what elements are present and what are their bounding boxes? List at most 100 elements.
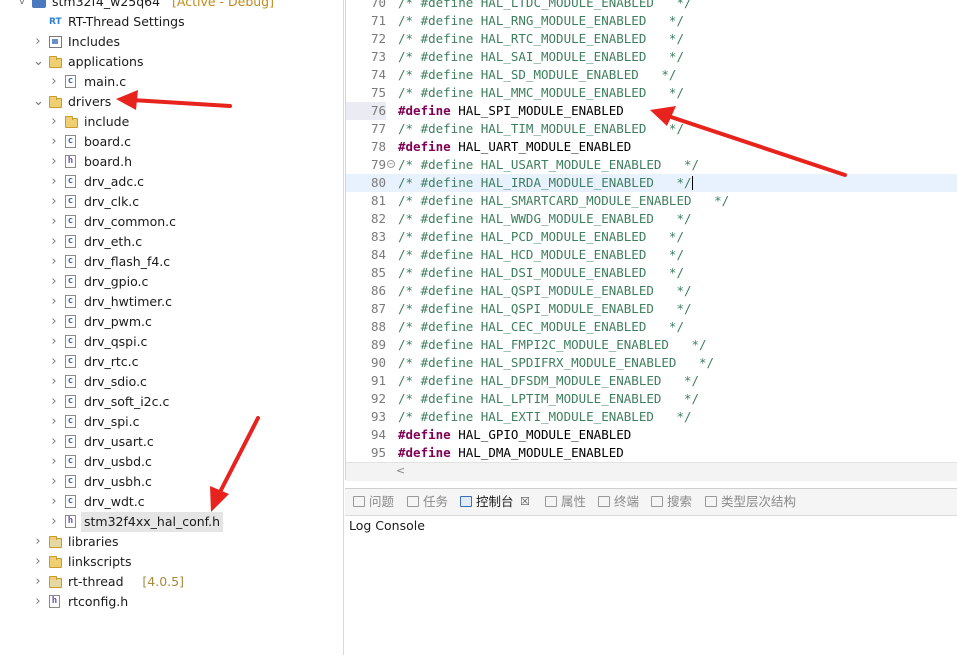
- code-line-88[interactable]: 88 /* #define HAL_CEC_MODULE_ENABLED */: [346, 318, 957, 336]
- line-number: 73: [370, 49, 386, 64]
- chevron-down-icon[interactable]: v: [17, 0, 27, 12]
- tab-search[interactable]: 搜索: [649, 493, 692, 511]
- code-line-84[interactable]: 84 /* #define HAL_HCD_MODULE_ENABLED */: [346, 246, 957, 264]
- chevron-right-icon[interactable]: ›: [49, 152, 59, 172]
- code-line-78[interactable]: 78 #define HAL_UART_MODULE_ENABLED: [346, 138, 957, 156]
- folder-icon: [49, 96, 62, 108]
- code-text: /* #define HAL_DFSDM_MODULE_ENABLED */: [398, 373, 700, 388]
- code-line-87[interactable]: 87 /* #define HAL_QSPI_MODULE_ENABLED */: [346, 300, 957, 318]
- code-line-70[interactable]: 70 /* #define HAL_LTDC_MODULE_ENABLED */: [346, 0, 957, 12]
- code-line-89[interactable]: 89 /* #define HAL_FMPI2C_MODULE_ENABLED *…: [346, 336, 957, 354]
- chevron-right-icon[interactable]: ›: [33, 572, 43, 592]
- code-text: /* #define HAL_SD_MODULE_ENABLED */: [398, 67, 677, 82]
- chevron-right-icon[interactable]: ›: [49, 512, 59, 532]
- tab-hierarchy[interactable]: 类型层次结构: [703, 493, 796, 511]
- chevron-right-icon[interactable]: ›: [49, 232, 59, 252]
- code-line-82[interactable]: 82 /* #define HAL_WWDG_MODULE_ENABLED */: [346, 210, 957, 228]
- tab-label: 搜索: [667, 494, 693, 509]
- code-line-81[interactable]: 81 /* #define HAL_SMARTCARD_MODULE_ENABLE…: [346, 192, 957, 210]
- code-text: /* #define HAL_EXTI_MODULE_ENABLED */: [398, 409, 692, 424]
- chevron-right-icon[interactable]: ›: [49, 332, 59, 352]
- line-number: 87: [370, 301, 386, 316]
- chevron-right-icon[interactable]: ›: [49, 272, 59, 292]
- close-icon[interactable]: ☒: [520, 493, 530, 511]
- panel-tabs: 问题 任务 控制台 ☒ 属性 终端 搜索 类型层次结构: [345, 489, 957, 516]
- c-file-icon: c: [65, 415, 76, 428]
- code-line-83[interactable]: 83 /* #define HAL_PCD_MODULE_ENABLED */: [346, 228, 957, 246]
- chevron-right-icon[interactable]: ›: [33, 32, 43, 52]
- code-line-86[interactable]: 86 /* #define HAL_QSPI_MODULE_ENABLED */: [346, 282, 957, 300]
- chevron-right-icon[interactable]: ›: [49, 212, 59, 232]
- code-line-71[interactable]: 71 /* #define HAL_RNG_MODULE_ENABLED */: [346, 12, 957, 30]
- tree-item-label: drv_gpio.c: [84, 274, 149, 289]
- header-file-icon: h: [65, 515, 76, 528]
- chevron-right-icon[interactable]: ›: [49, 172, 59, 192]
- chevron-right-icon[interactable]: ›: [49, 472, 59, 492]
- code-editor[interactable]: 70/* #define HAL_LTDC_MODULE_ENABLED */7…: [345, 0, 957, 481]
- tab-terminal[interactable]: 终端: [596, 493, 639, 511]
- code-line-77[interactable]: 77 /* #define HAL_TIM_MODULE_ENABLED */: [346, 120, 957, 138]
- chevron-right-icon[interactable]: ›: [33, 532, 43, 552]
- chevron-right-icon[interactable]: ›: [49, 392, 59, 412]
- chevron-right-icon[interactable]: ›: [49, 352, 59, 372]
- chevron-right-icon[interactable]: ›: [33, 552, 43, 572]
- c-file-icon: c: [65, 315, 76, 328]
- chevron-right-icon[interactable]: ›: [49, 492, 59, 512]
- line-number: 76: [346, 102, 386, 120]
- tab-properties[interactable]: 属性: [543, 493, 586, 511]
- chevron-right-icon[interactable]: ›: [49, 452, 59, 472]
- chevron-right-icon[interactable]: ›: [33, 592, 43, 612]
- chevron-right-icon[interactable]: ›: [49, 112, 59, 132]
- code-line-75[interactable]: 75 /* #define HAL_MMC_MODULE_ENABLED */: [346, 84, 957, 102]
- chevron-right-icon[interactable]: ›: [49, 292, 59, 312]
- code-text: /* #define HAL_CEC_MODULE_ENABLED */: [398, 319, 684, 334]
- chevron-right-icon[interactable]: ›: [49, 372, 59, 392]
- chevron-right-icon[interactable]: ›: [49, 432, 59, 452]
- code-text: /* #define HAL_LTDC_MODULE_ENABLED */: [398, 0, 692, 10]
- code-line-76[interactable]: 76 #define HAL_SPI_MODULE_ENABLED: [346, 102, 957, 120]
- code-line-93[interactable]: 93 /* #define HAL_EXTI_MODULE_ENABLED */: [346, 408, 957, 426]
- tasks-icon: [407, 496, 419, 507]
- tree-item-label: drv_clk.c: [84, 194, 140, 209]
- horizontal-scrollbar[interactable]: <: [346, 462, 957, 481]
- properties-icon: [545, 496, 557, 507]
- line-number: 84: [370, 247, 386, 262]
- fold-toggle-icon[interactable]: −: [387, 160, 395, 168]
- code-line-85[interactable]: 85 /* #define HAL_DSI_MODULE_ENABLED */: [346, 264, 957, 282]
- code-line-74[interactable]: 74 /* #define HAL_SD_MODULE_ENABLED */: [346, 66, 957, 84]
- folder-icon: [49, 536, 62, 548]
- code-line-92[interactable]: 92 /* #define HAL_LPTIM_MODULE_ENABLED */: [346, 390, 957, 408]
- code-line-90[interactable]: 90 /* #define HAL_SPDIFRX_MODULE_ENABLED …: [346, 354, 957, 372]
- code-line-95[interactable]: 95 #define HAL_DMA_MODULE_ENABLED: [346, 444, 957, 462]
- chevron-right-icon[interactable]: ›: [49, 312, 59, 332]
- tab-label: 终端: [614, 494, 640, 509]
- code-line-91[interactable]: 91 /* #define HAL_DFSDM_MODULE_ENABLED */: [346, 372, 957, 390]
- code-text: #define HAL_SPI_MODULE_ENABLED: [398, 103, 624, 118]
- header-file-icon: h: [65, 155, 76, 168]
- scroll-left-icon[interactable]: <: [396, 464, 405, 477]
- code-line-80[interactable]: 80 /* #define HAL_IRDA_MODULE_ENABLED */: [346, 174, 957, 192]
- code-line-72[interactable]: 72 /* #define HAL_RTC_MODULE_ENABLED */: [346, 30, 957, 48]
- tab-problems[interactable]: 问题: [351, 493, 394, 511]
- tree-item-label: include: [84, 114, 130, 129]
- line-number: 78: [370, 139, 386, 154]
- code-text: /* #define HAL_TIM_MODULE_ENABLED */: [398, 121, 684, 136]
- chevron-down-icon[interactable]: ⌄: [33, 92, 44, 112]
- chevron-right-icon[interactable]: ›: [49, 412, 59, 432]
- code-text: /* #define HAL_HCD_MODULE_ENABLED */: [398, 247, 684, 262]
- tab-tasks[interactable]: 任务: [405, 493, 448, 511]
- chevron-right-icon[interactable]: ›: [49, 72, 59, 92]
- code-line-94[interactable]: 94 #define HAL_GPIO_MODULE_ENABLED: [346, 426, 957, 444]
- tab-console[interactable]: 控制台 ☒: [458, 493, 530, 511]
- tree-item-label: drv_usart.c: [84, 434, 154, 449]
- c-file-icon: c: [65, 435, 76, 448]
- chevron-right-icon[interactable]: ›: [49, 252, 59, 272]
- code-line-79[interactable]: 79−/* #define HAL_USART_MODULE_ENABLED *…: [346, 156, 957, 174]
- tree-item-label: drv_sdio.c: [84, 374, 147, 389]
- chevron-right-icon[interactable]: ›: [49, 192, 59, 212]
- code-line-73[interactable]: 73 /* #define HAL_SAI_MODULE_ENABLED */: [346, 48, 957, 66]
- tree-item-label: drv_spi.c: [84, 414, 140, 429]
- chevron-right-icon[interactable]: ›: [49, 132, 59, 152]
- code-text: /* #define HAL_RNG_MODULE_ENABLED */: [398, 13, 684, 28]
- chevron-down-icon[interactable]: ⌄: [33, 52, 44, 72]
